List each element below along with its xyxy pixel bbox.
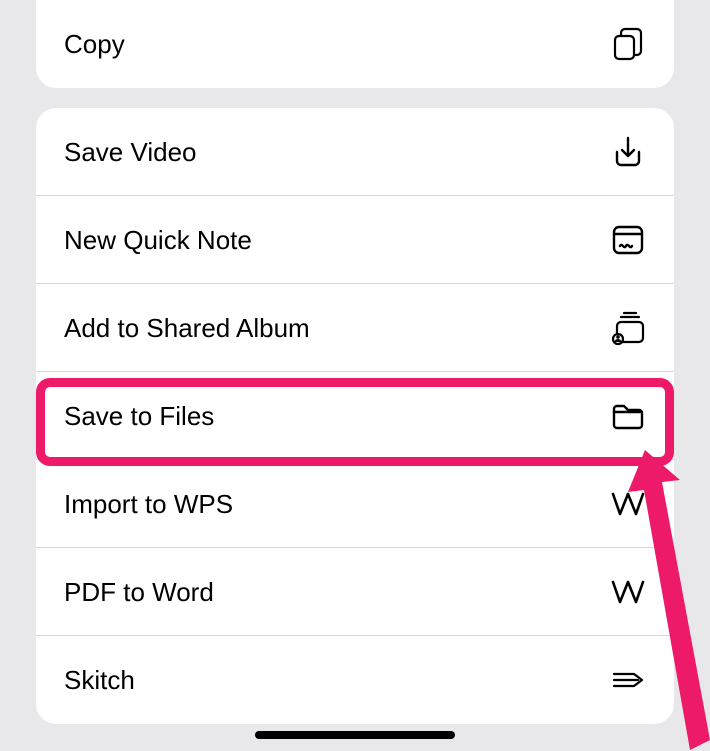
menu-item-save-to-files[interactable]: Save to Files xyxy=(36,372,674,460)
menu-label-skitch: Skitch xyxy=(64,665,135,696)
menu-label-add-to-shared-album: Add to Shared Album xyxy=(64,313,310,344)
menu-label-copy: Copy xyxy=(64,29,125,60)
wps-icon xyxy=(610,574,646,610)
shared-album-icon xyxy=(610,310,646,346)
home-indicator[interactable] xyxy=(255,731,455,739)
menu-item-skitch[interactable]: Skitch xyxy=(36,636,674,724)
skitch-icon xyxy=(610,662,646,698)
menu-label-pdf-to-word: PDF to Word xyxy=(64,577,214,608)
download-icon xyxy=(610,134,646,170)
menu-group-2: Save Video New Quick Note Add to Sha xyxy=(36,108,674,724)
menu-item-save-video[interactable]: Save Video xyxy=(36,108,674,196)
wps-icon xyxy=(610,486,646,522)
menu-label-new-quick-note: New Quick Note xyxy=(64,225,252,256)
menu-label-save-to-files: Save to Files xyxy=(64,401,214,432)
quicknote-icon xyxy=(610,222,646,258)
menu-label-import-to-wps: Import to WPS xyxy=(64,489,233,520)
menu-item-add-to-shared-album[interactable]: Add to Shared Album xyxy=(36,284,674,372)
folder-icon xyxy=(610,398,646,434)
menu-item-copy[interactable]: Copy xyxy=(36,0,674,88)
menu-item-pdf-to-word[interactable]: PDF to Word xyxy=(36,548,674,636)
menu-item-import-to-wps[interactable]: Import to WPS xyxy=(36,460,674,548)
menu-group-1: Copy xyxy=(36,0,674,88)
menu-item-new-quick-note[interactable]: New Quick Note xyxy=(36,196,674,284)
copy-icon xyxy=(610,26,646,62)
menu-label-save-video: Save Video xyxy=(64,137,197,168)
share-sheet: Copy Save Video New Quick Note xyxy=(0,0,710,724)
